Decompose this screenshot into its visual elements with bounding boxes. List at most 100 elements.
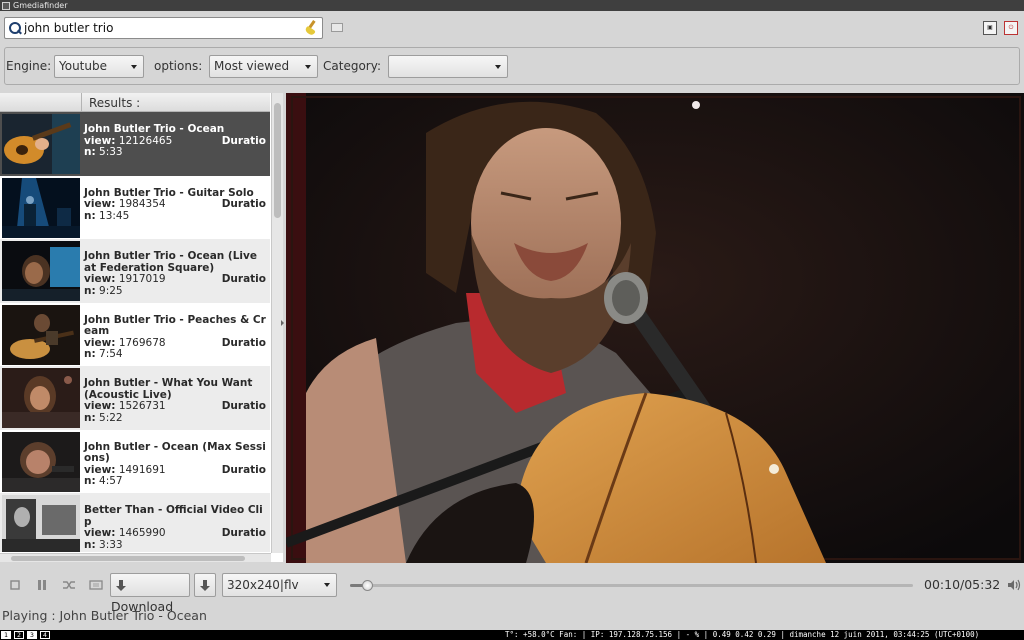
result-views: 12126465 [118,134,173,147]
results-column-header[interactable]: Results : [89,96,140,110]
thumbnail-column-header[interactable] [0,93,82,112]
workspace-1[interactable]: 1 [1,631,11,639]
youtube-icon[interactable]: ▣ [983,21,997,35]
horizontal-scrollbar-thumb[interactable] [11,556,245,561]
results-list: John Butler Trio - Ocean view: 12126465 D… [0,112,270,552]
duration-label: Duratio [221,273,266,285]
result-title: John Butler Trio - Ocean (Live at Federa… [84,250,257,274]
search-box[interactable] [4,17,323,39]
video-thumbnail [2,431,80,492]
system-info: T°: +58.0°C Fan: | IP: 197.128.75.156 | … [505,630,980,639]
result-duration: 13:45 [99,209,130,222]
video-player[interactable] [286,93,1024,563]
result-row[interactable]: John Butler Trio - Ocean (Live at Federa… [0,239,270,303]
result-views: 1491691 [118,463,166,476]
video-thumbnail [2,495,80,552]
workspace-2[interactable]: 2 [14,631,24,639]
seek-handle[interactable] [362,580,374,591]
search-icon[interactable] [8,21,22,35]
status-text: Playing : John Butler Trio - Ocean [2,608,207,623]
result-text: John Butler - Ocean (Max Sessions) view:… [84,440,266,488]
duration-label-wrap: n: [84,411,96,424]
video-thumbnail [2,177,80,238]
volume-icon[interactable] [1007,579,1021,591]
workspace-3[interactable]: 3 [27,631,37,639]
chevron-down-icon [495,65,501,69]
result-title: John Butler Trio - Peaches & Cream [84,313,266,337]
result-duration: 9:25 [99,284,123,297]
result-views: 1465990 [118,527,166,539]
options-select[interactable]: Most viewed [209,55,318,78]
result-text: John Butler Trio - Ocean (Live at Federa… [84,250,266,297]
result-views: 1526731 [118,400,166,412]
download-icon [116,579,126,592]
views-label: view: [84,400,116,412]
engine-select[interactable]: Youtube [54,55,144,78]
views-label: view: [84,134,116,147]
result-row[interactable]: John Butler - Ocean (Max Sessions) view:… [0,429,270,493]
quality-select-value: 320x240|flv [227,578,299,592]
duration-label: Duratio [221,336,266,349]
result-duration: 4:57 [99,475,123,487]
category-label: Category: [323,59,381,73]
window-menu-icon[interactable] [2,1,10,10]
options-label: options: [154,59,203,73]
results-panel: Results : John Butler Trio - Ocean view:… [0,93,283,562]
results-header: Results : [0,93,270,112]
result-text: John Butler Trio - Peaches & Cream view:… [84,313,266,361]
views-label: view: [84,527,116,539]
result-row[interactable]: John Butler Trio - Peaches & Cream view:… [0,302,270,366]
time-display: 00:10/05:32 [924,577,1001,592]
fullscreen-icon[interactable] [89,578,103,592]
result-duration: 5:22 [99,411,123,424]
result-title: John Butler - Ocean (Max Sessions) [84,440,266,464]
category-select[interactable] [388,55,508,78]
result-text: John Butler - What You Want (Acoustic Li… [84,377,266,424]
quality-select[interactable]: 320x240|flv [222,573,337,597]
result-views: 1769678 [118,336,166,349]
result-row[interactable]: John Butler Trio - Guitar Solo view: 198… [0,175,270,239]
duration-label: Duratio [221,463,266,476]
download-queue-button[interactable] [194,573,216,597]
pause-icon[interactable] [35,578,49,592]
result-views: 1917019 [118,273,166,285]
video-thumbnail [2,304,80,365]
options-select-value: Most viewed [214,59,290,73]
stop-icon[interactable] [8,578,22,592]
workspace-4[interactable]: 4 [40,631,50,639]
views-label: view: [84,463,116,476]
duration-label-wrap: n: [84,348,96,360]
result-title: Better Than - Official Video Clip [84,504,263,528]
search-row: ▣ ⏻ [0,14,1024,42]
seek-bar[interactable] [350,580,913,591]
views-label: view: [84,273,116,285]
duration-label: Duratio [221,198,266,210]
chevron-down-icon [131,65,137,69]
result-row[interactable]: Better Than - Official Video Clip view: … [0,493,270,552]
vertical-scrollbar-thumb[interactable] [274,103,281,218]
power-icon[interactable]: ⏻ [1004,21,1018,35]
paste-url-icon[interactable] [331,23,343,32]
results-horizontal-scrollbar[interactable] [0,553,271,562]
video-frame [286,93,1024,563]
engine-select-value: Youtube [59,59,107,73]
search-input[interactable] [22,19,303,37]
result-duration: 7:54 [99,348,123,360]
window-title: Gmediafinder [13,1,68,10]
duration-label-wrap: n: [84,538,96,551]
result-text: John Butler Trio - Ocean view: 12126465 D… [84,123,266,159]
result-row[interactable]: John Butler Trio - Ocean view: 12126465 D… [0,112,270,176]
engine-label: Engine: [6,59,52,73]
shuffle-icon[interactable] [62,578,76,592]
views-label: view: [84,336,116,349]
duration-label-wrap: n: [84,209,96,222]
duration-label: Duratio [221,527,266,539]
result-text: John Butler Trio - Guitar Solo view: 198… [84,187,266,223]
result-row[interactable]: John Butler - What You Want (Acoustic Li… [0,366,270,430]
pane-splitter-handle[interactable] [281,320,284,326]
download-button[interactable]: Download [110,573,190,614]
chevron-down-icon [324,583,330,587]
result-duration: 5:33 [99,146,123,158]
chevron-down-icon [305,65,311,69]
clear-broom-icon[interactable] [303,20,319,36]
